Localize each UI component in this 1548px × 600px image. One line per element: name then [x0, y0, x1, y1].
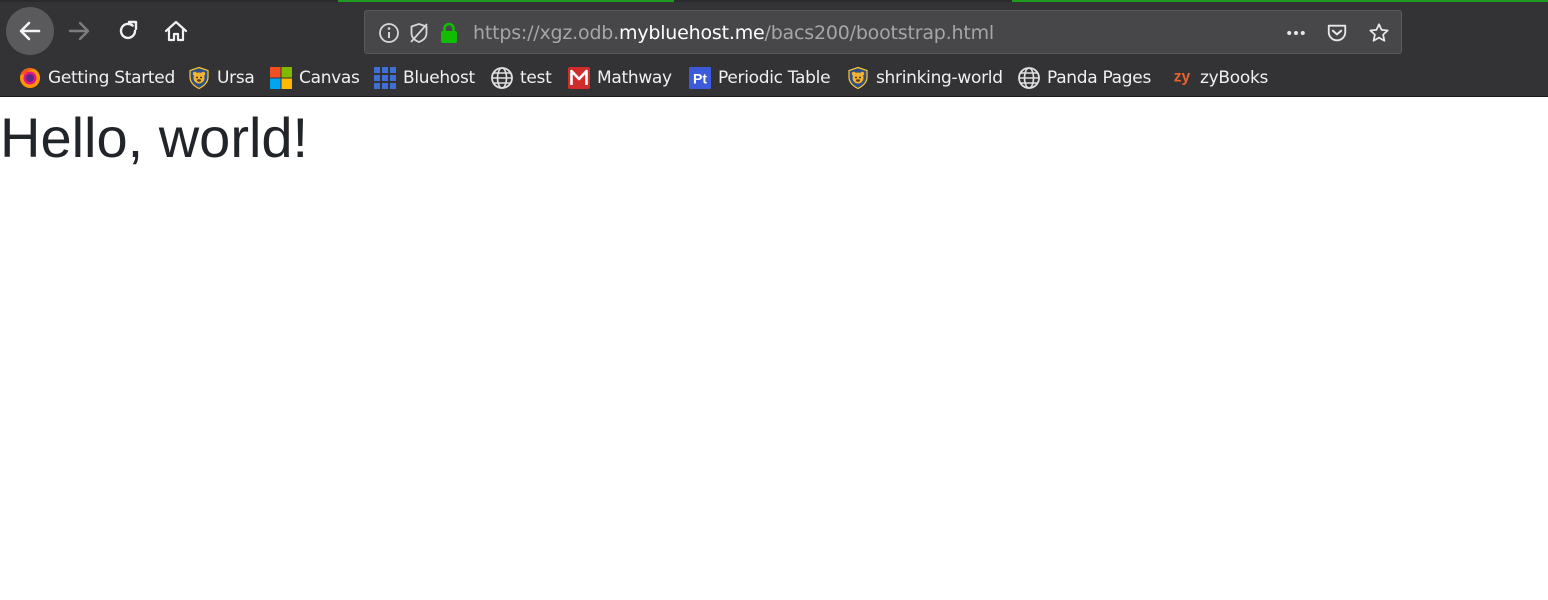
- bookmark-label: Mathway: [597, 68, 672, 88]
- more-icon[interactable]: [1285, 22, 1307, 44]
- bookmark-mathway[interactable]: Mathway: [567, 65, 672, 91]
- url-prefix: https://xgz.odb.: [473, 22, 620, 44]
- bookmark-getting-started[interactable]: Getting Started: [18, 65, 175, 91]
- bookmark-label: Canvas: [299, 68, 360, 88]
- lock-icon[interactable]: [438, 22, 460, 44]
- url-bar[interactable]: https://xgz.odb.mybluehost.me/bacs200/bo…: [364, 10, 1402, 54]
- bookmark-panda-pages[interactable]: Panda Pages: [1017, 65, 1151, 91]
- page-heading: Hello, world!: [0, 106, 309, 169]
- pocket-icon[interactable]: [1326, 22, 1348, 44]
- bookmark-periodic-table[interactable]: Pt Periodic Table: [688, 65, 831, 91]
- svg-text:Pt: Pt: [693, 71, 707, 87]
- tracking-protection-icon[interactable]: [408, 22, 430, 44]
- reload-icon: [119, 20, 138, 40]
- url-host: mybluehost.me: [619, 22, 765, 44]
- bookmark-label: test: [520, 68, 552, 88]
- page-content: Hello, world!: [0, 96, 1548, 600]
- browser-chrome: https://xgz.odb.mybluehost.me/bacs200/bo…: [0, 0, 1548, 96]
- bookmarks-toolbar: Getting Started Ursa Canvas Bluehost tes…: [0, 60, 1548, 96]
- globe-icon: [490, 66, 514, 90]
- bear-shield-icon: [846, 66, 870, 90]
- globe-icon: [1017, 66, 1041, 90]
- bookmark-shrinking-world[interactable]: shrinking-world: [846, 65, 1003, 91]
- bookmark-label: Panda Pages: [1047, 68, 1152, 88]
- info-icon[interactable]: [378, 22, 400, 44]
- windows-logo-icon: [269, 66, 293, 90]
- forward-arrow-icon: [68, 21, 90, 41]
- grid-icon: [373, 66, 397, 90]
- bookmark-test[interactable]: test: [490, 65, 552, 91]
- svg-text:zy: zy: [1174, 69, 1191, 86]
- back-button[interactable]: [6, 7, 54, 55]
- firefox-icon: [18, 66, 42, 90]
- bookmark-zybooks[interactable]: zy zyBooks: [1170, 65, 1269, 91]
- pt-icon: Pt: [688, 66, 712, 90]
- bookmark-label: zyBooks: [1200, 68, 1269, 88]
- bear-shield-icon: [187, 66, 211, 90]
- bookmark-label: Ursa: [217, 68, 255, 88]
- bookmark-bluehost[interactable]: Bluehost: [373, 65, 475, 91]
- mathway-icon: [567, 66, 591, 90]
- bookmark-label: Periodic Table: [718, 68, 831, 88]
- bookmark-label: shrinking-world: [876, 68, 1003, 88]
- bookmark-ursa[interactable]: Ursa: [187, 65, 255, 91]
- url-text[interactable]: https://xgz.odb.mybluehost.me/bacs200/bo…: [473, 22, 994, 44]
- reload-button[interactable]: [104, 7, 152, 55]
- home-icon: [164, 20, 188, 42]
- bookmark-label: Getting Started: [48, 68, 175, 88]
- url-path: /bacs200/bootstrap.html: [764, 22, 995, 44]
- bookmark-label: Bluehost: [403, 68, 475, 88]
- back-arrow-icon: [19, 21, 41, 41]
- bookmark-canvas[interactable]: Canvas: [269, 65, 360, 91]
- home-button[interactable]: [152, 7, 200, 55]
- star-icon[interactable]: [1368, 22, 1390, 44]
- navigation-toolbar: https://xgz.odb.mybluehost.me/bacs200/bo…: [0, 2, 1548, 58]
- forward-button[interactable]: [55, 7, 103, 55]
- zy-icon: zy: [1170, 66, 1194, 90]
